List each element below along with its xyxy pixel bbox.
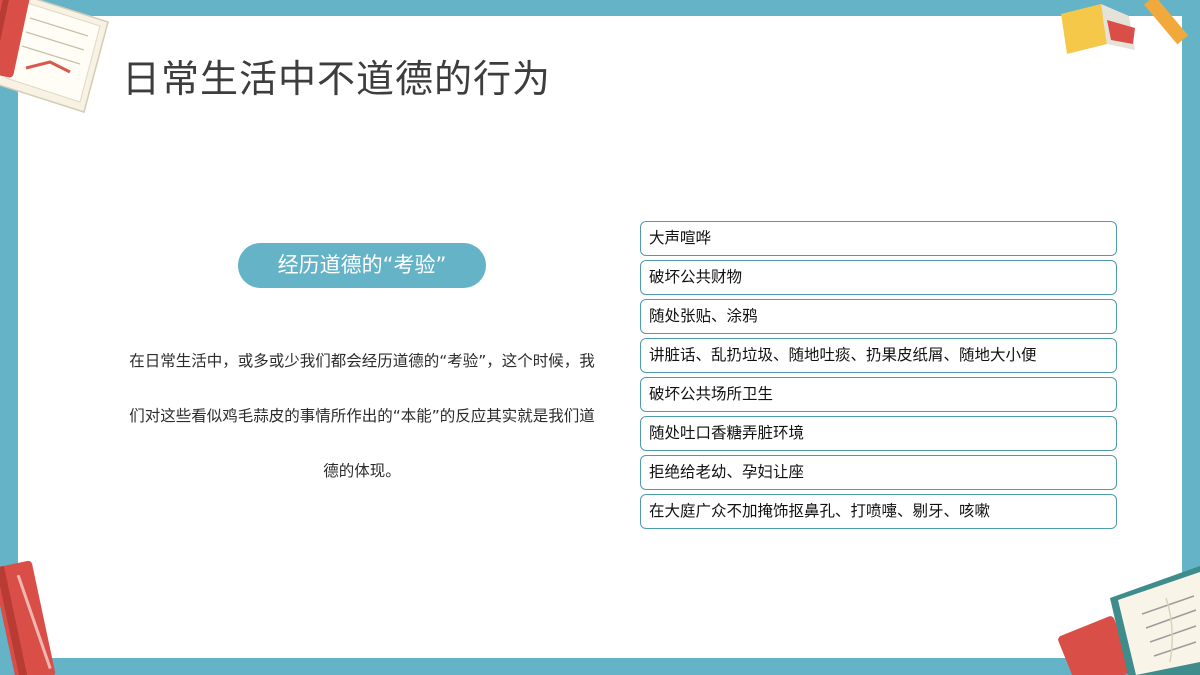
books-top-left-decoration: [0, 0, 109, 113]
eraser-top-right-decoration: [1061, 0, 1189, 54]
behavior-item: 讲脏话、乱扔垃圾、随地吐痰、扔果皮纸屑、随地大小便: [640, 338, 1117, 373]
books-bottom-right-decoration: [1058, 566, 1200, 675]
book-bottom-left-decoration: [0, 560, 56, 675]
intro-paragraph: 在日常生活中，或多或少我们都会经历道德的“考验”，这个时候，我们对这些看似鸡毛蒜…: [129, 352, 595, 480]
behavior-item: 破坏公共财物: [640, 260, 1117, 295]
page-title: 日常生活中不道德的行为: [122, 57, 552, 101]
behavior-item: 破坏公共场所卫生: [640, 377, 1117, 412]
behavior-item: 拒绝给老幼、孕妇让座: [640, 455, 1117, 490]
behavior-item: 大声喧哗: [640, 221, 1117, 256]
behavior-item: 随处张贴、涂鸦: [640, 299, 1117, 334]
behavior-item: 在大庭广众不加掩饰抠鼻孔、打喷嚏、剔牙、咳嗽: [640, 494, 1117, 529]
topic-badge: 经历道德的“考验”: [238, 243, 486, 288]
behavior-item: 随处吐口香糖弄脏环境: [640, 416, 1117, 451]
behavior-list: 大声喧哗 破坏公共财物 随处张贴、涂鸦 讲脏话、乱扔垃圾、随地吐痰、扔果皮纸屑、…: [640, 221, 1117, 533]
